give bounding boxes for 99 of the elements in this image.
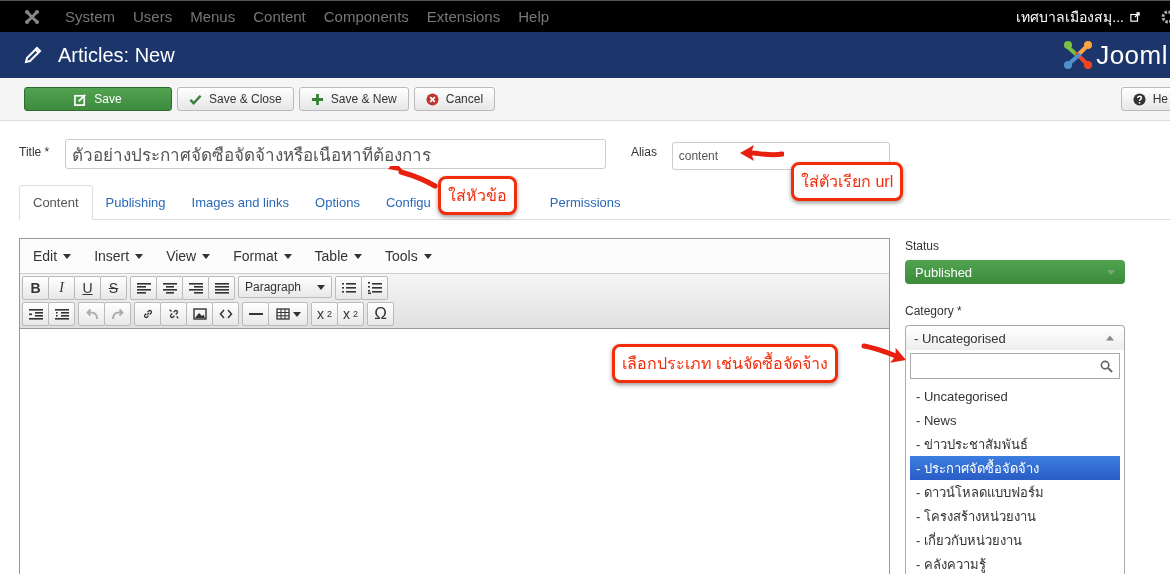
align-right-icon [188, 282, 203, 294]
search-field[interactable] [910, 353, 1120, 379]
editor-menu[interactable]: Edit [33, 248, 72, 264]
toolbar-button[interactable] [212, 302, 239, 326]
category-option[interactable]: - News [910, 408, 1120, 432]
callout-note: ใส่ตัวเรียก url [791, 162, 904, 201]
edit-icon [74, 92, 88, 106]
editor-menu[interactable]: Table [314, 248, 363, 264]
format-button[interactable]: B [22, 276, 49, 300]
format-button[interactable]: U [74, 276, 101, 300]
save-close-button[interactable]: Save & Close [177, 87, 294, 111]
toolbar-button[interactable] [48, 302, 75, 326]
caret-icon [63, 253, 72, 259]
cancel-button[interactable]: Cancel [413, 87, 496, 111]
caret-icon [423, 253, 432, 259]
toolbar-button[interactable] [156, 276, 183, 300]
save-new-button[interactable]: Save & New [298, 87, 409, 111]
justify-icon [214, 282, 229, 294]
caret-icon [292, 311, 301, 317]
plus-icon [310, 92, 324, 106]
category-option[interactable]: - คลังความรู้ [910, 552, 1120, 574]
toolbar-button[interactable] [160, 302, 187, 326]
toolbar-button[interactable] [22, 302, 49, 326]
editor-menu[interactable]: Tools [385, 248, 432, 264]
help-button[interactable]: He [1120, 87, 1170, 111]
field-label: Category * [905, 304, 963, 318]
tab[interactable]: Content [19, 185, 93, 220]
caret-icon [317, 284, 325, 290]
pencil-icon [23, 45, 43, 65]
editor-menu[interactable]: View [166, 248, 211, 264]
editor-menu[interactable]: Format [233, 248, 292, 264]
tab[interactable]: Options [302, 185, 373, 220]
save-button[interactable]: Save [24, 87, 172, 111]
align-left-icon [136, 282, 151, 294]
menu-item[interactable]: Help [518, 8, 550, 25]
category-option[interactable]: - โครงสร้างหน่วยงาน [910, 504, 1120, 528]
page-title: Articles: New [58, 43, 175, 67]
menu-item[interactable]: Extensions [426, 8, 501, 25]
menu-item[interactable]: Menus [190, 8, 236, 25]
callout-note: เลือกประเภท เช่นจัดซื้อจัดจ้าง [612, 344, 839, 383]
callout-note: ใส่หัวข้อ [438, 176, 517, 215]
align-center-icon [162, 282, 177, 294]
script-button[interactable]: x$^{2}$ [337, 302, 364, 326]
format-button[interactable]: I [48, 276, 75, 300]
special-character-button[interactable]: Ω [367, 302, 394, 326]
logo-wordmark: Jooml [1096, 39, 1168, 71]
tab[interactable]: Images and links [178, 185, 303, 220]
toolbar-button[interactable] [130, 276, 157, 300]
toolbar-button[interactable] [268, 302, 308, 326]
indent-icon [54, 308, 69, 320]
numbered-list-icon [367, 282, 382, 294]
category-select[interactable]: - Uncategorised [905, 325, 1125, 350]
external-link-icon [1130, 11, 1140, 22]
field-label: Title * [19, 145, 51, 159]
cancel-icon [425, 92, 439, 106]
toolbar-button[interactable] [182, 276, 209, 300]
image-icon [192, 308, 207, 320]
field-label: Alias [630, 145, 658, 159]
category-option[interactable]: - Uncategorised [910, 384, 1120, 408]
toolbar-button[interactable] [335, 276, 362, 300]
site-link[interactable]: เทศบาลเมืองสมุ... [1016, 5, 1124, 28]
bullet-list-icon [341, 282, 356, 294]
redo-icon [110, 308, 125, 320]
caret-icon [283, 253, 292, 259]
callout-arrow [385, 166, 439, 190]
undo-icon [84, 308, 99, 320]
tab[interactable]: Configu [372, 185, 431, 220]
category-option[interactable]: - ประกาศจัดซื้อจัดจ้าง [910, 456, 1120, 480]
status-select[interactable]: Published [905, 260, 1125, 284]
tab[interactable]: Permissions [536, 185, 634, 220]
toolbar-button[interactable] [134, 302, 161, 326]
menu-item[interactable]: System [65, 8, 115, 25]
title-field[interactable]: ตัวอย่างประกาศจัดซือจัดจ้างหรือเนือหาทีต้องการ [64, 139, 606, 169]
outdent-icon [28, 308, 43, 320]
caret-icon [354, 253, 363, 259]
toolbar-button[interactable] [361, 276, 388, 300]
menu-item[interactable]: Components [323, 8, 409, 25]
table-icon [275, 308, 290, 320]
caret-icon [202, 253, 211, 259]
checkmark-icon [189, 92, 202, 106]
code-icon [218, 308, 233, 320]
editor-menu[interactable]: Insert [94, 248, 144, 264]
format-button[interactable]: S [100, 276, 127, 300]
caret-icon [135, 253, 144, 259]
toolbar-button[interactable] [208, 276, 235, 300]
search-icon [1100, 359, 1113, 373]
format-select[interactable]: Paragraph [238, 276, 332, 298]
toolbar-button[interactable] [186, 302, 213, 326]
menu-item[interactable]: Users [133, 8, 173, 25]
category-option[interactable]: - เกี่ยวกับหน่วยงาน [910, 528, 1120, 552]
toolbar-button[interactable] [242, 302, 269, 326]
category-option[interactable]: - ข่าวประชาสัมพันธ์ [910, 432, 1120, 456]
help-icon [1132, 92, 1146, 106]
caret-icon [1107, 269, 1115, 275]
category-option[interactable]: - ดาวน์โหลดแบบฟอร์ม [910, 480, 1120, 504]
field-label: Status [905, 239, 941, 253]
tab[interactable]: Publishing [92, 185, 179, 220]
menu-item[interactable]: Content [253, 8, 306, 25]
caret-icon [1106, 335, 1114, 341]
